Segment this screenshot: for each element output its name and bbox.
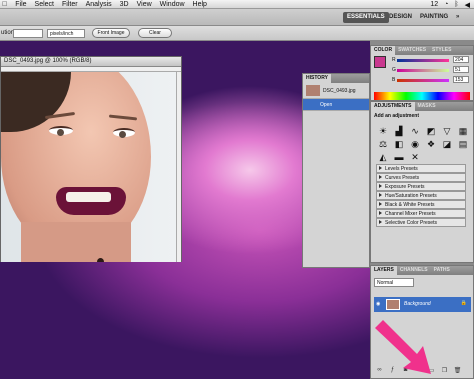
tab-color[interactable]: COLOR [371, 46, 396, 55]
color-spectrum[interactable] [374, 92, 470, 100]
workspace-essentials[interactable]: ESSENTIALS [343, 12, 389, 23]
portrait-photo[interactable] [1, 72, 176, 262]
apple-icon[interactable]:  [2, 1, 7, 8]
left-eye [49, 126, 73, 136]
tab-adjustments[interactable]: ADJUSTMENTS [371, 102, 415, 111]
menu-view[interactable]: View [137, 1, 152, 8]
adjustments-panel: ADJUSTMENTS MASKS Add an adjustment ☀ ▟ … [370, 101, 474, 263]
foreground-color-swatch[interactable] [374, 56, 386, 68]
pointer-arrow [375, 320, 431, 374]
preset-channel-mixer[interactable]: Channel Mixer Presets [376, 209, 466, 218]
adjustment-icons: ☀ ▟ ∿ ◩ ▽ ▦ ⚖ ◧ ◉ ❖ ◪ ▤ ◭ ▬ ✕ [377, 126, 471, 163]
curves-icon[interactable]: ∿ [409, 126, 421, 137]
invert-icon[interactable]: ◪ [441, 139, 453, 150]
preset-black-white[interactable]: Black & White Presets [376, 200, 466, 209]
preset-hue-saturation[interactable]: Hue/Saturation Presets [376, 191, 466, 200]
resolution-field[interactable] [13, 29, 43, 38]
necklace [97, 258, 104, 262]
layer-thumbnail [386, 299, 400, 310]
layer-name: Background [404, 301, 431, 307]
brightness-icon[interactable]: ☀ [377, 126, 389, 137]
red-slider[interactable] [397, 59, 449, 62]
preset-selective-color[interactable]: Selective Color Presets [376, 218, 466, 227]
gradient-map-icon[interactable]: ▬ [393, 152, 405, 163]
history-open-step[interactable]: Open [303, 99, 369, 111]
visibility-eye-icon[interactable]: ◉ [376, 301, 380, 307]
right-eye [113, 128, 135, 138]
preset-exposure[interactable]: Exposure Presets [376, 182, 466, 191]
channel-mixer-icon[interactable]: ❖ [425, 139, 437, 150]
history-open-label: Open [320, 101, 333, 108]
options-bar: ution: pixels/inch Front Image Clear [0, 26, 474, 41]
photo-filter-icon[interactable]: ◉ [409, 139, 421, 150]
tab-swatches[interactable]: SWATCHES [395, 46, 429, 55]
adjustment-heading: Add an adjustment [374, 113, 420, 119]
blue-value[interactable]: 153 [453, 76, 469, 83]
layer-background[interactable]: ◉ Background 🔒 [374, 297, 471, 312]
volume-icon[interactable]: ◀ [465, 1, 470, 9]
tab-history[interactable]: HISTORY [303, 74, 331, 83]
blue-label: B [392, 77, 396, 83]
menu-bar:  File Select Filter Analysis 3D View Wi… [0, 0, 474, 9]
vibrance-icon[interactable]: ▽ [441, 126, 453, 137]
menu-analysis[interactable]: Analysis [86, 1, 112, 8]
red-label: R [392, 57, 396, 63]
color-balance-icon[interactable]: ⚖ [377, 139, 389, 150]
new-layer-icon[interactable]: ❐ [440, 367, 449, 375]
exposure-icon[interactable]: ◩ [425, 126, 437, 137]
tab-paths[interactable]: PATHS [431, 266, 453, 275]
preset-levels[interactable]: Levels Presets [376, 164, 466, 173]
menu-select[interactable]: Select [35, 1, 54, 8]
tab-channels[interactable]: CHANNELS [397, 266, 431, 275]
bluetooth-icon[interactable]: ᛒ [454, 1, 458, 8]
bw-icon[interactable]: ◧ [393, 139, 405, 150]
blend-mode-select[interactable]: Normal [374, 278, 414, 287]
blue-slider[interactable] [397, 79, 449, 82]
green-label: G [392, 67, 396, 73]
levels-icon[interactable]: ▟ [393, 126, 405, 137]
tab-layers[interactable]: LAYERS [371, 266, 397, 275]
trash-icon[interactable]: 🗑 [453, 367, 462, 375]
vertical-scrollbar[interactable] [176, 72, 181, 262]
workspace-more-icon[interactable]: » [452, 12, 463, 23]
workspace-painting[interactable]: PAINTING [416, 12, 452, 23]
snapshot-thumbnail [306, 85, 320, 96]
posterize-icon[interactable]: ▤ [457, 139, 469, 150]
preset-curves[interactable]: Curves Presets [376, 173, 466, 182]
front-image-button[interactable]: Front Image [92, 28, 130, 38]
menu-3d[interactable]: 3D [120, 1, 129, 8]
menu-filter[interactable]: Filter [62, 1, 78, 8]
workspace-design[interactable]: DESIGN [385, 12, 416, 23]
menu-help[interactable]: Help [193, 1, 207, 8]
presets-list: Levels Presets Curves Presets Exposure P… [376, 164, 466, 227]
status-number: 12 [430, 1, 439, 8]
color-panel: COLOR SWATCHES STYLES R 204 G 51 B 153 [370, 45, 474, 101]
green-slider[interactable] [397, 69, 449, 72]
red-value[interactable]: 204 [453, 56, 469, 63]
document-title[interactable]: DSC_0493.jpg @ 100% (RGB/8) [1, 57, 181, 67]
document-window: DSC_0493.jpg @ 100% (RGB/8) [0, 56, 182, 262]
selective-color-icon[interactable]: ✕ [409, 152, 421, 163]
threshold-icon[interactable]: ◭ [377, 152, 389, 163]
lips [56, 187, 126, 215]
clear-button[interactable]: Clear [138, 28, 172, 38]
history-snapshot[interactable]: DSC_0493.jpg [303, 83, 369, 99]
hue-icon[interactable]: ▦ [457, 126, 469, 137]
wifi-icon[interactable]: ◔ [444, 1, 448, 8]
tab-masks[interactable]: MASKS [415, 102, 439, 111]
tab-styles[interactable]: STYLES [429, 46, 454, 55]
lock-icon: 🔒 [460, 300, 467, 306]
menu-file[interactable]: File [15, 1, 26, 8]
menu-window[interactable]: Window [160, 1, 185, 8]
application-bar: ESSENTIALS DESIGN PAINTING » [0, 9, 474, 26]
units-select[interactable]: pixels/inch [47, 29, 85, 38]
history-panel: HISTORY DSC_0493.jpg Open [302, 73, 370, 268]
green-value[interactable]: 51 [453, 66, 469, 73]
neck [21, 222, 131, 262]
status-area: 12 ◔ ᛒ ◀ [430, 0, 470, 9]
snapshot-label: DSC_0493.jpg [323, 87, 356, 94]
